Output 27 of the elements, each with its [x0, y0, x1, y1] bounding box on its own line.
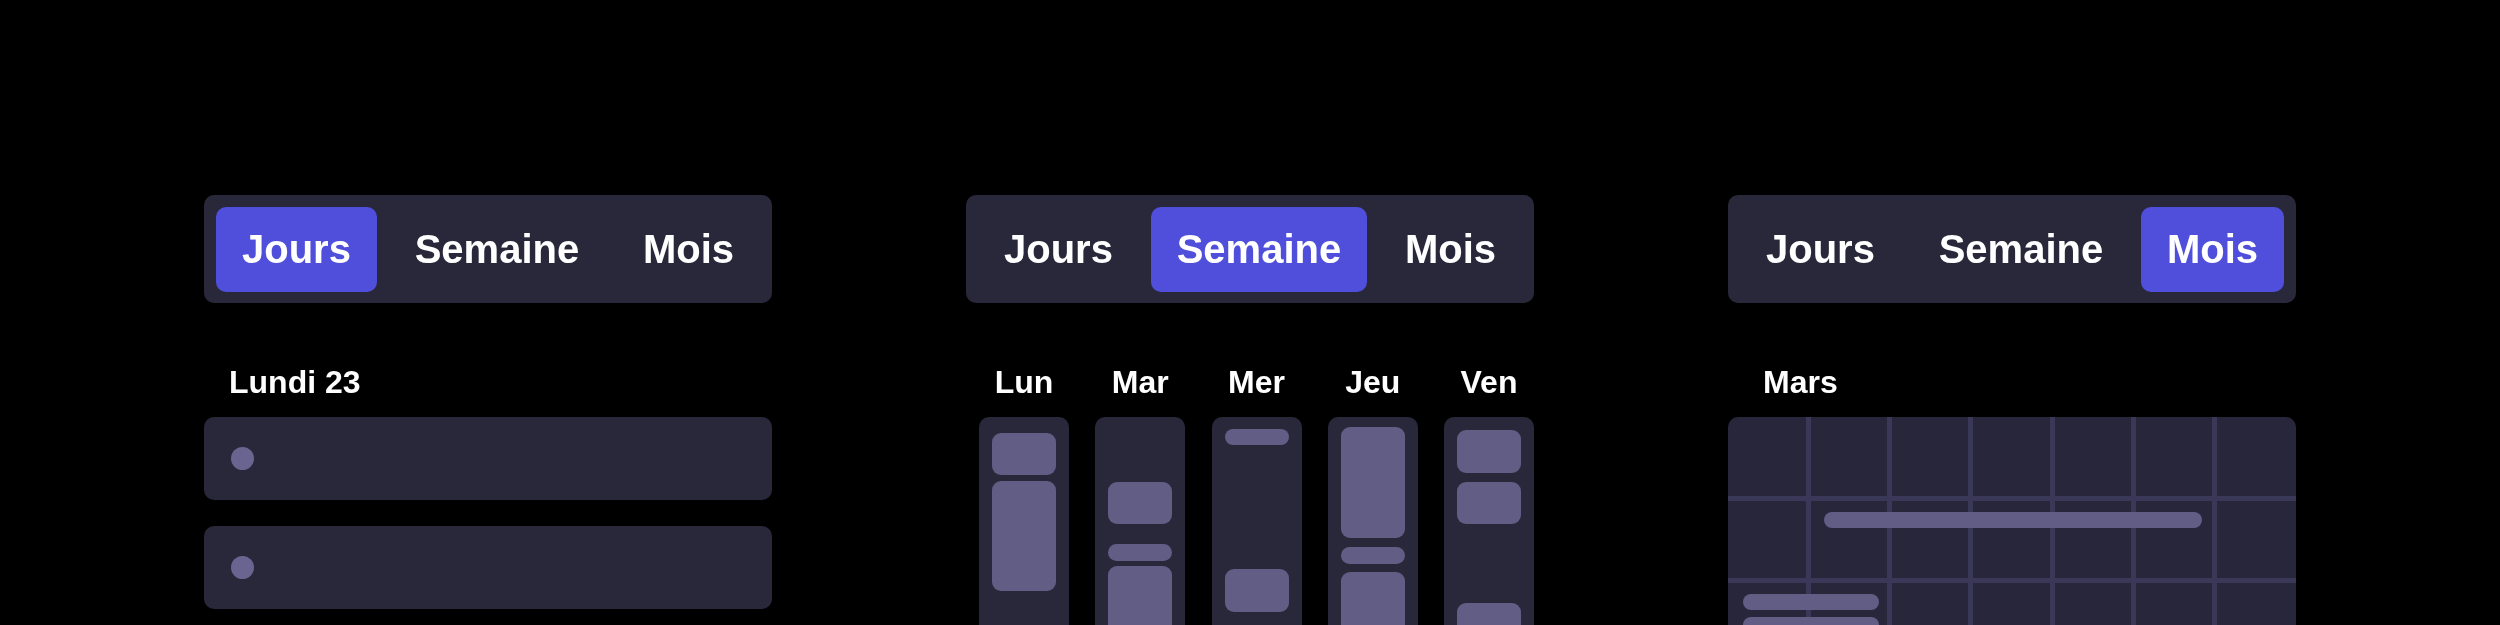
event-block[interactable] [992, 433, 1056, 475]
view-tab[interactable]: Jours [1740, 206, 1901, 292]
event-block[interactable] [1224, 569, 1289, 612]
event-block[interactable] [1340, 547, 1405, 564]
view-tab[interactable]: Semaine [1912, 206, 2130, 292]
event-block[interactable] [1457, 482, 1521, 524]
event-block[interactable] [1108, 544, 1173, 561]
view-tab[interactable]: Jours [978, 206, 1139, 292]
event-block[interactable] [1340, 427, 1405, 538]
weekday-label: Lun [994, 363, 1054, 402]
month-heading: Mars [1762, 363, 1839, 402]
view-tab[interactable]: Mois [1378, 206, 1522, 292]
day-heading: Lundi 23 [228, 363, 362, 402]
weekday-label: Ven [1460, 363, 1518, 402]
weekday-label: Jeu [1345, 363, 1401, 402]
view-tab[interactable]: Semaine [388, 206, 606, 292]
event-block[interactable] [1108, 566, 1173, 625]
view-tab[interactable]: Jours [216, 206, 377, 292]
event-bar[interactable] [1743, 594, 1879, 610]
weekday-label: Mer [1228, 363, 1285, 402]
event-block[interactable] [1457, 430, 1521, 473]
view-tab[interactable]: Mois [2140, 206, 2284, 292]
event-block[interactable] [1108, 482, 1173, 524]
weekday-label: Mar [1111, 363, 1169, 402]
view-tab[interactable]: Mois [616, 206, 760, 292]
view-tab[interactable]: Semaine [1150, 206, 1368, 292]
event-block[interactable] [1224, 429, 1289, 445]
